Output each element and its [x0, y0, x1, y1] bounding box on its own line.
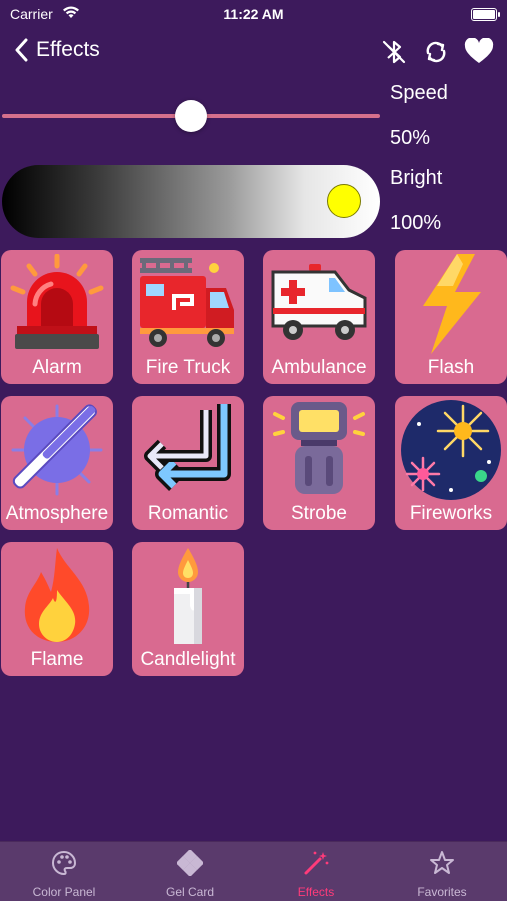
magic-wand-icon: [304, 851, 329, 875]
effect-tile-ambulance[interactable]: Ambulance: [263, 250, 375, 384]
speed-slider[interactable]: [2, 100, 380, 132]
star-icon: [430, 851, 454, 874]
flame-icon: [24, 548, 90, 642]
effect-label: Ambulance: [271, 357, 367, 378]
speed-slider-thumb[interactable]: [175, 100, 207, 132]
gel-card-icon: [177, 850, 203, 876]
bright-value: 100%: [390, 212, 442, 234]
effect-tile-alarm[interactable]: Alarm: [1, 250, 113, 384]
sync-icon[interactable]: [422, 38, 450, 71]
clock: 11:22 AM: [223, 6, 284, 22]
neon-arrow-icon: [144, 404, 231, 491]
tab-label: Gel Card: [165, 885, 215, 899]
effect-label: Flash: [427, 357, 475, 378]
tab-label: Favorites: [417, 885, 467, 899]
tab-label: Color Panel: [32, 885, 96, 899]
ambulance-icon: [271, 264, 367, 340]
status-bar: Carrier 11:22 AM: [0, 0, 507, 28]
battery-icon: [471, 8, 500, 21]
effect-label: Strobe: [291, 503, 347, 524]
back-button[interactable]: Effects: [14, 38, 100, 62]
effect-label: Flame: [30, 649, 84, 670]
chevron-left-icon: [15, 38, 28, 62]
siren-icon: [10, 254, 104, 349]
bright-label: Bright: [390, 167, 443, 189]
heart-icon[interactable]: [464, 37, 494, 71]
effect-label: Fireworks: [409, 503, 493, 524]
speed-label: Speed: [390, 82, 448, 104]
effect-tile-fire-truck[interactable]: Fire Truck: [132, 250, 244, 384]
effect-tile-strobe[interactable]: Strobe: [263, 396, 375, 530]
navigation-bar: Effects: [0, 30, 507, 74]
tab-favorites[interactable]: Favorites: [379, 842, 505, 901]
atmosphere-icon: [11, 404, 103, 496]
tab-color-panel[interactable]: Color Panel: [1, 842, 127, 901]
tab-bar: Color Panel Gel Card Effects Favorites: [0, 841, 507, 901]
effect-label: Alarm: [32, 357, 82, 378]
effect-tile-atmosphere[interactable]: Atmosphere: [1, 396, 113, 530]
effect-tile-romantic[interactable]: Romantic: [132, 396, 244, 530]
brightness-slider-thumb[interactable]: [327, 184, 361, 218]
tab-effects[interactable]: Effects: [253, 842, 379, 901]
tab-gel-card[interactable]: Gel Card: [127, 842, 253, 901]
effect-label: Atmosphere: [5, 503, 109, 524]
effect-label: Romantic: [147, 503, 229, 524]
candle-icon: [174, 548, 202, 644]
palette-icon: [51, 850, 77, 876]
fireworks-icon: [401, 400, 501, 500]
lightning-icon: [423, 254, 481, 354]
effect-label: Fire Truck: [145, 357, 231, 378]
page-title: Effects: [36, 38, 100, 61]
effect-tile-flame[interactable]: Flame: [1, 542, 113, 676]
effect-tile-flash[interactable]: Flash: [395, 250, 507, 384]
speed-value: 50%: [390, 127, 431, 149]
effect-label: Candlelight: [140, 649, 236, 670]
tab-label: Effects: [297, 885, 335, 899]
fire-truck-icon: [140, 258, 234, 347]
effect-tile-candlelight[interactable]: Candlelight: [132, 542, 244, 676]
effect-tile-fireworks[interactable]: Fireworks: [395, 396, 507, 530]
brightness-slider[interactable]: [2, 165, 380, 238]
strobe-light-icon: [273, 402, 365, 494]
bluetooth-off-icon[interactable]: [380, 38, 408, 71]
